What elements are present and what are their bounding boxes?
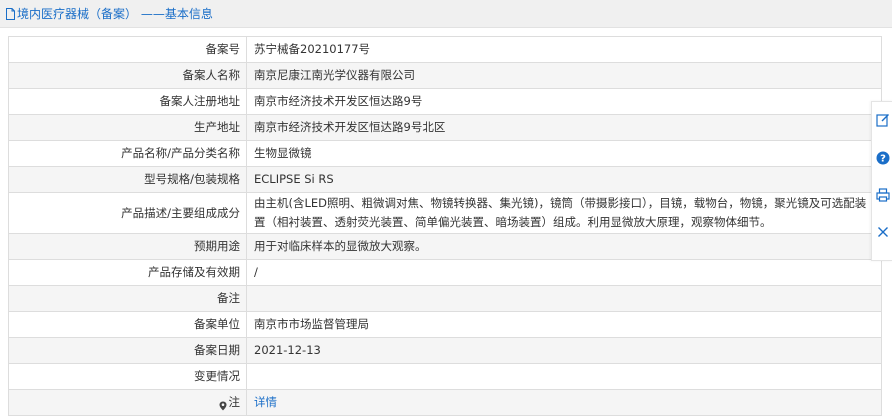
edit-icon <box>876 114 889 127</box>
row-value: 由主机(含LED照明、粗微调对焦、物镜转换器、集光镜)，镜筒（带摄影接口），目镜… <box>246 192 882 234</box>
note-label-cell: 注 <box>8 389 247 416</box>
details-link[interactable]: 详情 <box>254 395 277 409</box>
row-value: / <box>246 259 882 286</box>
row-value: 详情 <box>246 389 882 416</box>
help-button[interactable]: ? <box>875 150 891 166</box>
row-label: 备注 <box>8 285 247 312</box>
print-icon <box>876 188 890 202</box>
row-value: 南京市经济技术开发区恒达路9号 <box>246 88 882 115</box>
info-table: 备案号 苏宁械备20210177号 备案人名称 南京尼康江南光学仪器有限公司 备… <box>8 36 882 416</box>
location-pin-icon <box>219 398 227 410</box>
help-icon: ? <box>876 151 890 165</box>
table-row: 备案日期 2021-12-13 <box>8 337 882 364</box>
table-row: 备案单位 南京市市场监督管理局 <box>8 311 882 338</box>
row-value <box>246 285 882 312</box>
table-row: 变更情况 <box>8 363 882 390</box>
row-value: ECLIPSE Si RS <box>246 166 882 193</box>
table-row: 备案人注册地址 南京市经济技术开发区恒达路9号 <box>8 88 882 115</box>
row-label: 产品存储及有效期 <box>8 259 247 286</box>
row-label: 备案单位 <box>8 311 247 338</box>
table-row: 生产地址 南京市经济技术开发区恒达路9号北区 <box>8 114 882 141</box>
row-label: 生产地址 <box>8 114 247 141</box>
table-row: 备案人名称 南京尼康江南光学仪器有限公司 <box>8 62 882 89</box>
print-button[interactable] <box>875 187 891 203</box>
table-row: 产品名称/产品分类名称 生物显微镜 <box>8 140 882 167</box>
row-value: 南京市市场监督管理局 <box>246 311 882 338</box>
row-label: 备案日期 <box>8 337 247 364</box>
row-value: 苏宁械备20210177号 <box>246 36 882 63</box>
close-icon <box>878 227 888 237</box>
page-title: 境内医疗器械（备案） ——基本信息 <box>17 7 213 21</box>
row-label: 产品名称/产品分类名称 <box>8 140 247 167</box>
row-value: 生物显微镜 <box>246 140 882 167</box>
table-row: 型号规格/包装规格 ECLIPSE Si RS <box>8 166 882 193</box>
row-label: 备案人注册地址 <box>8 88 247 115</box>
side-toolbar: ? <box>871 101 892 261</box>
row-label: 备案人名称 <box>8 62 247 89</box>
table-row: 备注 <box>8 285 882 312</box>
close-button[interactable] <box>875 224 891 240</box>
row-label: 备案号 <box>8 36 247 63</box>
svg-text:?: ? <box>880 154 886 165</box>
row-label: 注 <box>228 395 241 409</box>
table-row: 预期用途 用于对临床样本的显微放大观察。 <box>8 233 882 260</box>
row-label: 变更情况 <box>8 363 247 390</box>
row-value: 南京市经济技术开发区恒达路9号北区 <box>246 114 882 141</box>
page-header: 境内医疗器械（备案） ——基本信息 <box>0 0 892 28</box>
table-row: 备案号 苏宁械备20210177号 <box>8 36 882 63</box>
table-row: 产品描述/主要组成成分 由主机(含LED照明、粗微调对焦、物镜转换器、集光镜)，… <box>8 192 882 234</box>
row-label: 产品描述/主要组成成分 <box>8 192 247 234</box>
row-value: 用于对临床样本的显微放大观察。 <box>246 233 882 260</box>
row-value <box>246 363 882 390</box>
edit-button[interactable] <box>875 112 891 128</box>
document-icon <box>6 7 15 20</box>
table-row: 产品存储及有效期 / <box>8 259 882 286</box>
row-label: 型号规格/包装规格 <box>8 166 247 193</box>
row-label: 预期用途 <box>8 233 247 260</box>
row-value: 2021-12-13 <box>246 337 882 364</box>
row-value: 南京尼康江南光学仪器有限公司 <box>246 62 882 89</box>
table-row: 注 详情 <box>8 389 882 416</box>
